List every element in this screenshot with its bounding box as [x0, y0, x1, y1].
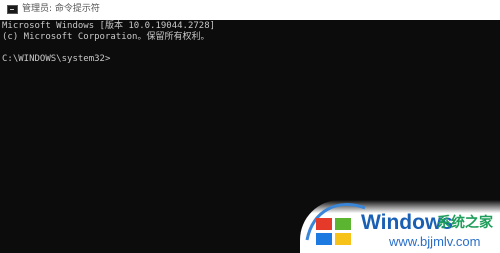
logo-green-tile [335, 218, 351, 230]
logo-yellow-tile [335, 233, 351, 245]
logo-blue-tile [316, 233, 332, 245]
cmd-console-icon [7, 5, 18, 14]
watermark-site-name: 系统之家 [437, 215, 493, 231]
console-prompt[interactable]: C:\WINDOWS\system32> [2, 54, 110, 65]
watermark-url: www.bjjmlv.com [389, 234, 481, 249]
logo-red-tile [316, 218, 332, 230]
console-line: Microsoft Windows [版本 10.0.19044.2728] [2, 21, 216, 31]
console-line: (c) Microsoft Corporation。保留所有权利。 [2, 32, 210, 42]
window-title: 管理员: 命令提示符 [22, 4, 100, 14]
window-titlebar[interactable]: 管理员: 命令提示符 [0, 0, 500, 21]
windows-flag-logo [316, 218, 352, 246]
